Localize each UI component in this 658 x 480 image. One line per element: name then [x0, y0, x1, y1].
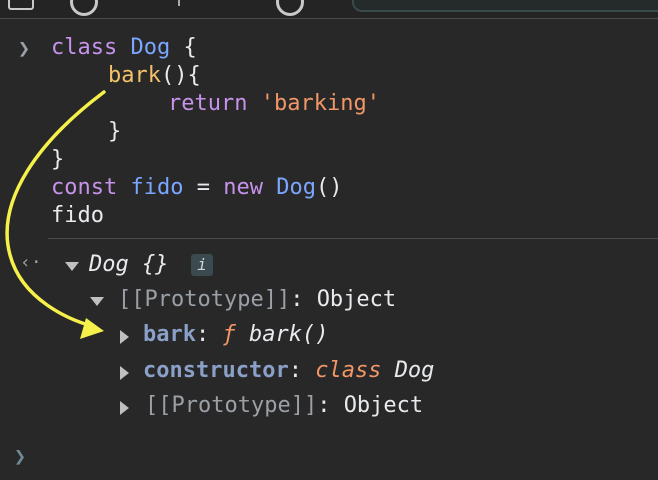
annotation-arrow-icon — [5, 90, 106, 339]
